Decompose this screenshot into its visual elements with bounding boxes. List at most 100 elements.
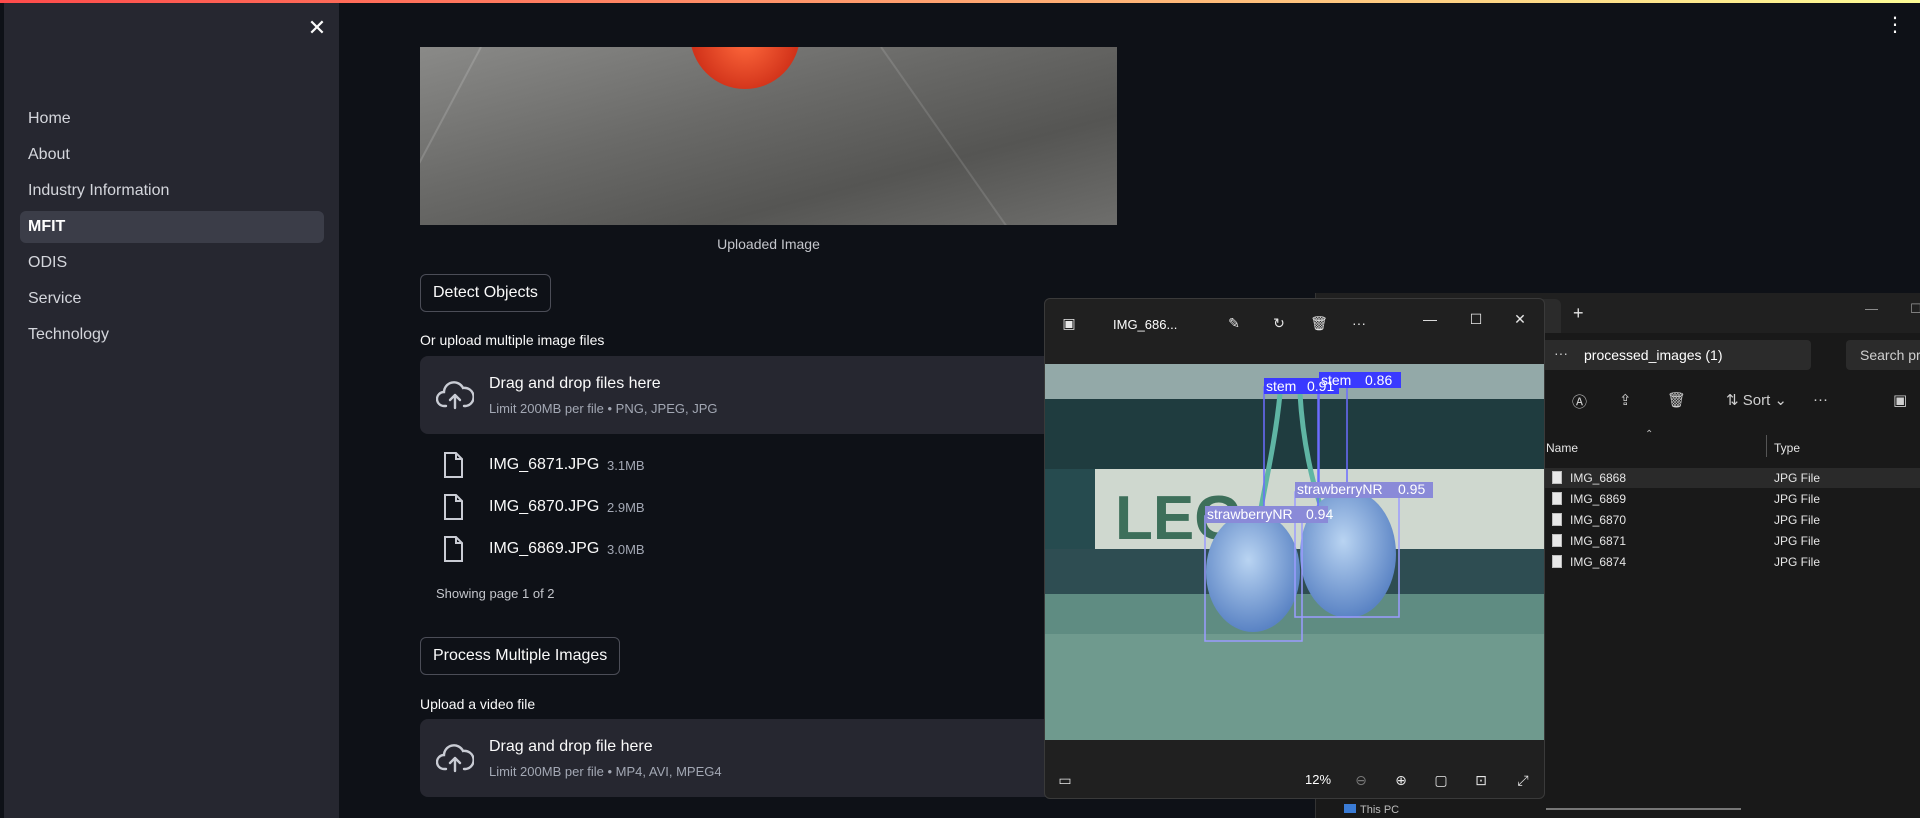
file-row-type: JPG File xyxy=(1774,471,1821,485)
dropzone-title: Drag and drop file here xyxy=(489,738,653,755)
zoom-out-icon[interactable]: ⊖ xyxy=(1349,768,1373,792)
close-icon[interactable]: ✕ xyxy=(1505,307,1535,331)
more-options-icon[interactable]: ··· xyxy=(1348,312,1370,334)
column-divider[interactable] xyxy=(1766,435,1767,457)
horizontal-scrollbar[interactable] xyxy=(1546,808,1741,810)
more-icon[interactable]: ··· xyxy=(1554,345,1568,361)
details-pane-icon[interactable]: ▣ xyxy=(1893,391,1907,409)
actual-size-icon[interactable]: ⊡ xyxy=(1469,768,1493,792)
address-text: processed_images (1) xyxy=(1584,347,1723,363)
cloud-upload-icon xyxy=(436,381,474,410)
main-menu-icon[interactable]: ⋮ xyxy=(1885,12,1905,36)
strawberry-detection-photo: LEG stem 0.91 stem 0.86 strawberryNR 0.9… xyxy=(1045,364,1544,740)
sidebar-item-service[interactable]: Service xyxy=(20,283,324,315)
file-list-row[interactable]: IMG_6870 JPG File xyxy=(1544,510,1920,530)
computer-icon xyxy=(1344,804,1356,813)
address-bar[interactable]: ··· processed_images (1) xyxy=(1536,340,1811,370)
share-icon[interactable]: ⇪ xyxy=(1619,391,1632,409)
sidebar-item-home[interactable]: Home xyxy=(20,103,324,135)
detect-objects-button[interactable]: Detect Objects xyxy=(420,274,551,312)
rotate-icon[interactable]: ↻ xyxy=(1268,312,1290,334)
detection-label: stem xyxy=(1266,378,1296,394)
file-size: 2.9MB xyxy=(607,500,645,515)
sidebar-item-odis[interactable]: ODIS xyxy=(20,247,324,279)
file-name: IMG_6871.JPG xyxy=(489,456,600,473)
sidebar-item-technology[interactable]: Technology xyxy=(20,319,324,351)
maximize-icon[interactable]: ☐ xyxy=(1461,307,1491,331)
cloth-fold xyxy=(880,47,1014,225)
video-dropzone[interactable]: Drag and drop file here Limit 200MB per … xyxy=(420,719,1117,797)
jpg-file-icon xyxy=(1552,513,1562,526)
file-list-row[interactable]: IMG_6869 JPG File xyxy=(1544,489,1920,509)
cloud-upload-icon xyxy=(436,744,474,773)
maximize-icon[interactable]: ☐ xyxy=(1910,301,1920,317)
file-row-type: JPG File xyxy=(1774,513,1821,527)
more-options-icon[interactable]: ··· xyxy=(1813,391,1828,408)
file-icon xyxy=(444,494,463,520)
file-list-row[interactable]: IMG_6874 JPG File xyxy=(1544,552,1920,572)
dropzone-subtitle: Limit 200MB per file • PNG, JPEG, JPG xyxy=(489,401,718,416)
detection-result-image: LEG stem 0.91 stem 0.86 strawberryNR 0.9… xyxy=(1045,364,1544,740)
nav-item-this-pc[interactable]: This PC xyxy=(1344,804,1399,816)
sidebar-nav: Home About Industry Information MFIT ODI… xyxy=(20,103,324,355)
pagination-text: Showing page 1 of 2 xyxy=(436,586,555,601)
sidebar-item-mfit[interactable]: MFIT xyxy=(20,211,324,243)
multi-image-dropzone[interactable]: Drag and drop files here Limit 200MB per… xyxy=(420,356,1117,434)
file-row-name: IMG_6871 xyxy=(1570,534,1627,548)
file-row-name: IMG_6869 xyxy=(1570,492,1627,506)
sidebar: ✕ Home About Industry Information MFIT O… xyxy=(4,3,339,818)
sidebar-item-about[interactable]: About xyxy=(20,139,324,171)
detection-score: 0.86 xyxy=(1365,372,1392,388)
file-size: 3.1MB xyxy=(607,458,645,473)
fit-to-window-icon[interactable]: ▢ xyxy=(1429,768,1453,792)
detection-label: stem xyxy=(1321,372,1351,388)
filmstrip-icon[interactable]: ▭ xyxy=(1053,768,1077,792)
file-row-type: JPG File xyxy=(1774,555,1821,569)
search-box[interactable]: Search pr xyxy=(1846,340,1920,370)
column-header-name[interactable]: Name xyxy=(1546,441,1578,455)
cloth-fold xyxy=(420,47,482,225)
jpg-file-icon xyxy=(1552,492,1562,505)
dropzone-title: Drag and drop files here xyxy=(489,375,661,392)
zoom-in-icon[interactable]: ⊕ xyxy=(1389,768,1413,792)
file-list-row[interactable]: IMG_6868 JPG File xyxy=(1544,468,1920,488)
edit-image-icon[interactable]: ✎ xyxy=(1223,312,1245,334)
minimize-icon[interactable]: — xyxy=(1415,307,1445,331)
detection-label: strawberryNR xyxy=(1297,481,1383,497)
file-icon xyxy=(444,452,463,478)
rename-icon[interactable]: Ⓐ xyxy=(1572,391,1587,412)
jpg-file-icon xyxy=(1552,555,1562,568)
minimize-icon[interactable]: — xyxy=(1865,301,1878,316)
image-caption: Uploaded Image xyxy=(717,236,820,252)
zoom-level: 12% xyxy=(1305,772,1332,787)
file-size: 3.0MB xyxy=(607,542,645,557)
jpg-file-icon xyxy=(1552,471,1562,484)
viewer-bottom-bar: ▭ 12% ⊖ ⊕ ▢ ⊡ ⤢ xyxy=(1045,764,1544,798)
file-row-name: IMG_6868 xyxy=(1570,471,1627,485)
delete-icon[interactable]: 🗑 xyxy=(1667,391,1686,409)
photo-title: IMG_686... xyxy=(1113,317,1178,332)
strawberry-fruit xyxy=(690,47,800,89)
detection-score: 0.94 xyxy=(1306,506,1333,522)
uploaded-image xyxy=(420,47,1117,225)
dropzone-subtitle: Limit 200MB per file • MP4, AVI, MPEG4 xyxy=(489,764,722,779)
file-row-name: IMG_6870 xyxy=(1570,513,1627,527)
file-icon xyxy=(444,536,463,562)
file-row-name: IMG_6874 xyxy=(1570,555,1627,569)
process-multiple-images-button[interactable]: Process Multiple Images xyxy=(420,637,621,675)
nav-item-label: This PC xyxy=(1360,804,1400,816)
sidebar-item-industry-information[interactable]: Industry Information xyxy=(20,175,324,207)
file-name: IMG_6869.JPG xyxy=(489,540,600,557)
fullscreen-icon[interactable]: ⤢ xyxy=(1511,768,1535,792)
gallery-icon[interactable]: ▣ xyxy=(1058,312,1080,334)
close-icon[interactable]: ✕ xyxy=(305,16,329,40)
delete-icon[interactable]: 🗑 xyxy=(1308,312,1330,334)
file-row-type: JPG File xyxy=(1774,534,1821,548)
file-list-row[interactable]: IMG_6871 JPG File xyxy=(1544,531,1920,551)
column-header-type[interactable]: Type xyxy=(1774,441,1800,455)
sort-ascending-icon: ⌃ xyxy=(1645,429,1654,440)
new-tab-icon[interactable]: + xyxy=(1573,303,1584,324)
detection-label: strawberryNR xyxy=(1207,506,1293,522)
sort-button[interactable]: ⇅ Sort ⌄ xyxy=(1726,391,1787,409)
detection-score: 0.95 xyxy=(1398,481,1425,497)
